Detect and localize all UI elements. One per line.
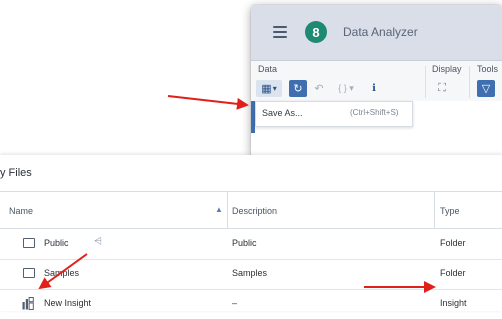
table-header: Name ▲ Description Type	[0, 192, 502, 229]
page-title: y Files	[0, 167, 32, 179]
braces-button[interactable]: { } ▾	[330, 80, 362, 97]
expand-icon: ⛶	[438, 82, 446, 94]
file-name[interactable]: New Insight	[44, 298, 91, 308]
insight-icon	[22, 297, 34, 310]
ribbon: Data Display Tools ▦ ▾ ↻ ↶ { } ▾ ℹ ⛶ ▽	[251, 61, 502, 102]
undo-icon: ↶	[314, 83, 324, 95]
save-as-shortcut: (Ctrl+Shift+S)	[350, 108, 399, 117]
braces-icon: { } ▾	[338, 83, 354, 93]
filter-button[interactable]: ▽	[477, 80, 495, 97]
folder-icon	[23, 238, 35, 248]
files-panel: y Files Name ▲ Description Type Public ⩤…	[0, 155, 502, 311]
app-title: Data Analyzer	[343, 25, 418, 39]
share-icon[interactable]: ⩤	[94, 236, 102, 247]
arrow-to-save-as	[167, 95, 249, 110]
expand-button[interactable]: ⛶	[434, 80, 450, 97]
column-divider[interactable]	[434, 192, 435, 228]
column-header-name[interactable]: Name	[9, 206, 33, 216]
refresh-icon: ↻	[293, 83, 303, 95]
filter-icon: ▽	[481, 83, 491, 95]
file-name[interactable]: Samples	[44, 268, 79, 278]
file-type: Folder	[440, 268, 466, 278]
toolbar-window: 8 Data Analyzer Data Display Tools ▦ ▾ ↻…	[251, 5, 502, 157]
file-type: Folder	[440, 238, 466, 248]
divider	[425, 66, 426, 98]
column-header-description[interactable]: Description	[232, 206, 277, 216]
group-label-data: Data	[258, 64, 278, 74]
avatar[interactable]: 8	[305, 21, 327, 43]
save-as-label: Save As...	[262, 108, 303, 118]
table-row[interactable]: Samples Samples Folder	[0, 259, 502, 290]
file-name[interactable]: Public	[44, 238, 69, 248]
file-description: Samples	[232, 268, 268, 278]
info-icon: ℹ	[372, 83, 376, 94]
save-as-menu-item[interactable]: Save As... (Ctrl+Shift+S)	[255, 101, 413, 127]
app-header: 8 Data Analyzer	[251, 5, 502, 61]
table-row[interactable]: Public ⩤ Public Folder	[0, 229, 502, 260]
column-divider[interactable]	[227, 192, 228, 228]
group-label-tools: Tools	[477, 64, 499, 74]
undo-button[interactable]: ↶	[312, 80, 326, 97]
save-icon: ▦	[261, 83, 272, 95]
file-description: Public	[232, 238, 257, 248]
refresh-button[interactable]: ↻	[289, 80, 307, 97]
sort-ascending-icon[interactable]: ▲	[215, 205, 223, 214]
file-description: –	[232, 298, 238, 308]
group-label-display: Display	[432, 64, 462, 74]
table-row[interactable]: New Insight – Insight	[0, 289, 502, 319]
info-button[interactable]: ℹ	[366, 80, 382, 97]
dropdown-area: Save As... (Ctrl+Shift+S)	[251, 101, 502, 157]
column-header-type[interactable]: Type	[440, 206, 460, 216]
hamburger-menu-icon[interactable]	[273, 26, 287, 38]
file-type: Insight	[440, 298, 467, 308]
divider	[469, 66, 470, 98]
chevron-down-icon: ▾	[272, 84, 277, 93]
folder-icon	[23, 268, 35, 278]
save-button[interactable]: ▦ ▾	[256, 80, 282, 97]
